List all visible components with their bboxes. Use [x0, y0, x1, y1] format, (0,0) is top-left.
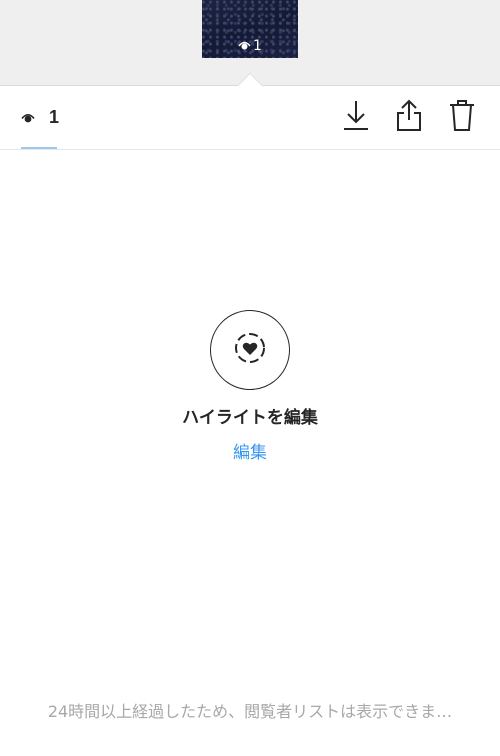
share-icon [394, 98, 424, 136]
eye-icon [238, 39, 251, 55]
share-button[interactable] [392, 99, 426, 135]
download-icon [341, 98, 371, 136]
highlight-icon-circle [210, 310, 290, 390]
viewer-count: 1 [49, 107, 60, 127]
delete-button[interactable] [445, 99, 479, 135]
story-thumbnail[interactable]: 1 [202, 0, 298, 58]
thumbnail-view-count: 1 [202, 38, 298, 55]
active-tab-indicator [21, 147, 57, 149]
thumbnail-view-count-value: 1 [253, 38, 262, 54]
trash-icon [447, 98, 477, 136]
download-button[interactable] [339, 99, 373, 135]
viewers-tab[interactable]: 1 [21, 86, 59, 149]
story-strip: 1 [0, 0, 500, 86]
edit-highlight-link[interactable]: 編集 [0, 441, 500, 465]
eye-icon [21, 112, 35, 124]
edit-highlight-title: ハイライトを編集 [182, 408, 318, 428]
viewer-list-unavailable-note: 24時間以上経過したため、閲覧者リストは表示できま… [47, 702, 453, 721]
thumbnail-pointer [238, 74, 262, 86]
story-viewer-screen: 1 1 ハイライトを編集 編集 24時間以上経過したため、閲覧者リストは表示でき… [0, 0, 500, 756]
highlight-heart-icon [233, 331, 267, 369]
